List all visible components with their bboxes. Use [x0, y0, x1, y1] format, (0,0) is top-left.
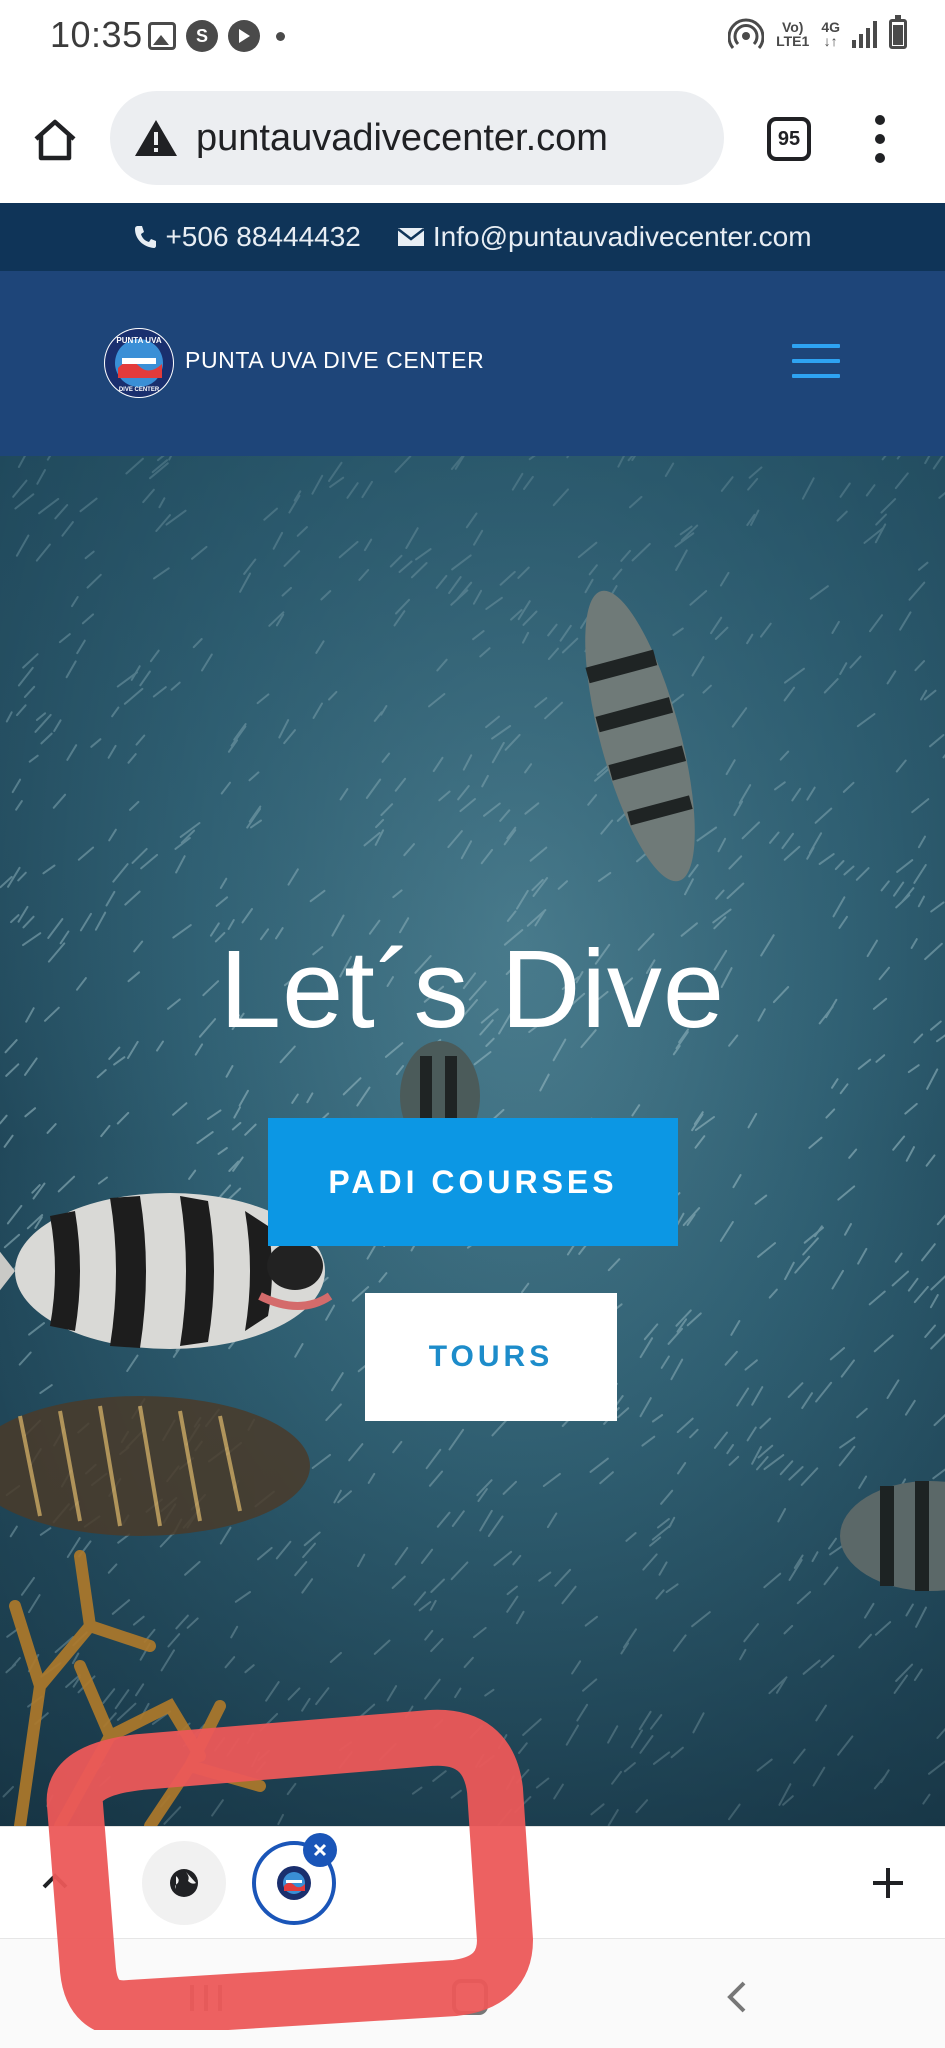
volte-label: Vo)	[781, 19, 804, 35]
close-tab-icon[interactable]	[303, 1833, 337, 1867]
warning-icon[interactable]	[134, 118, 178, 158]
s-app-notification-icon: S	[186, 20, 218, 52]
logo-text-bottom: DIVE CENTER	[119, 387, 160, 393]
recents-icon[interactable]	[190, 1985, 222, 2011]
contact-bar: +506 88444432 Info@puntauvadivecenter.co…	[0, 203, 945, 271]
logo-text-top: PUNTA UVA	[116, 336, 161, 345]
gallery-notification-icon	[148, 22, 176, 50]
tours-button[interactable]: TOURS	[365, 1293, 617, 1421]
data-arrows-icon: ↓↑	[823, 33, 838, 49]
url-text[interactable]: puntauvadivecenter.com	[196, 117, 608, 160]
nav-home-icon[interactable]	[452, 1979, 488, 2015]
browser-tab-strip	[0, 1826, 945, 1938]
chevron-up-icon[interactable]	[40, 1867, 70, 1897]
phone-icon	[135, 226, 157, 248]
padi-courses-button[interactable]: PADI COURSES	[268, 1118, 678, 1246]
site-name[interactable]: PUNTA UVA DIVE CENTER	[185, 347, 484, 374]
play-notification-icon	[228, 20, 260, 52]
address-bar[interactable]: puntauvadivecenter.com	[110, 91, 724, 185]
site-logo[interactable]: PUNTA UVA DIVE CENTER	[104, 328, 174, 398]
more-notifications-dot-icon	[276, 31, 285, 41]
status-bar: 10:35 S Vo) LTE1 4G ↓↑	[0, 0, 945, 75]
phone-link[interactable]: +506 88444432	[133, 221, 361, 253]
hero-section: Let´s Dive PADI COURSES TOURS	[0, 456, 945, 1826]
phone-number[interactable]: +506 88444432	[165, 221, 360, 253]
site-header: PUNTA UVA DIVE CENTER PUNTA UVA DIVE CEN…	[0, 271, 945, 456]
dive-logo-icon: PUNTA UVA DIVE CENTER	[105, 329, 173, 397]
email-address[interactable]: Info@puntauvadivecenter.com	[433, 221, 812, 253]
battery-icon	[889, 15, 907, 49]
overflow-menu-icon[interactable]	[870, 115, 890, 163]
envelope-icon	[397, 228, 425, 246]
tab-switcher-button[interactable]: 95	[767, 117, 811, 161]
globe-tab[interactable]	[142, 1841, 226, 1925]
site-favicon-icon	[277, 1866, 311, 1900]
system-navigation-bar	[0, 1938, 945, 2048]
hero-title: Let´s Dive	[219, 928, 726, 1051]
globe-icon	[170, 1869, 198, 1897]
volte-indicator: Vo) LTE1	[776, 20, 809, 48]
lte-label: LTE1	[776, 33, 810, 49]
browser-toolbar: puntauvadivecenter.com 95	[0, 75, 945, 203]
network-type-indicator: 4G ↓↑	[821, 20, 840, 48]
notification-icons: S	[148, 20, 285, 52]
signal-strength-icon	[852, 20, 877, 48]
system-status-icons: Vo) LTE1 4G ↓↑	[728, 15, 907, 52]
email-link[interactable]: Info@puntauvadivecenter.com	[397, 221, 812, 253]
hotspot-icon	[728, 18, 765, 49]
hamburger-menu-icon[interactable]	[792, 344, 840, 378]
network-type-label: 4G	[821, 19, 840, 35]
home-icon[interactable]	[30, 115, 80, 165]
back-icon[interactable]	[722, 1979, 752, 2015]
new-tab-plus-icon[interactable]	[870, 1865, 906, 1901]
status-time: 10:35	[50, 14, 143, 55]
